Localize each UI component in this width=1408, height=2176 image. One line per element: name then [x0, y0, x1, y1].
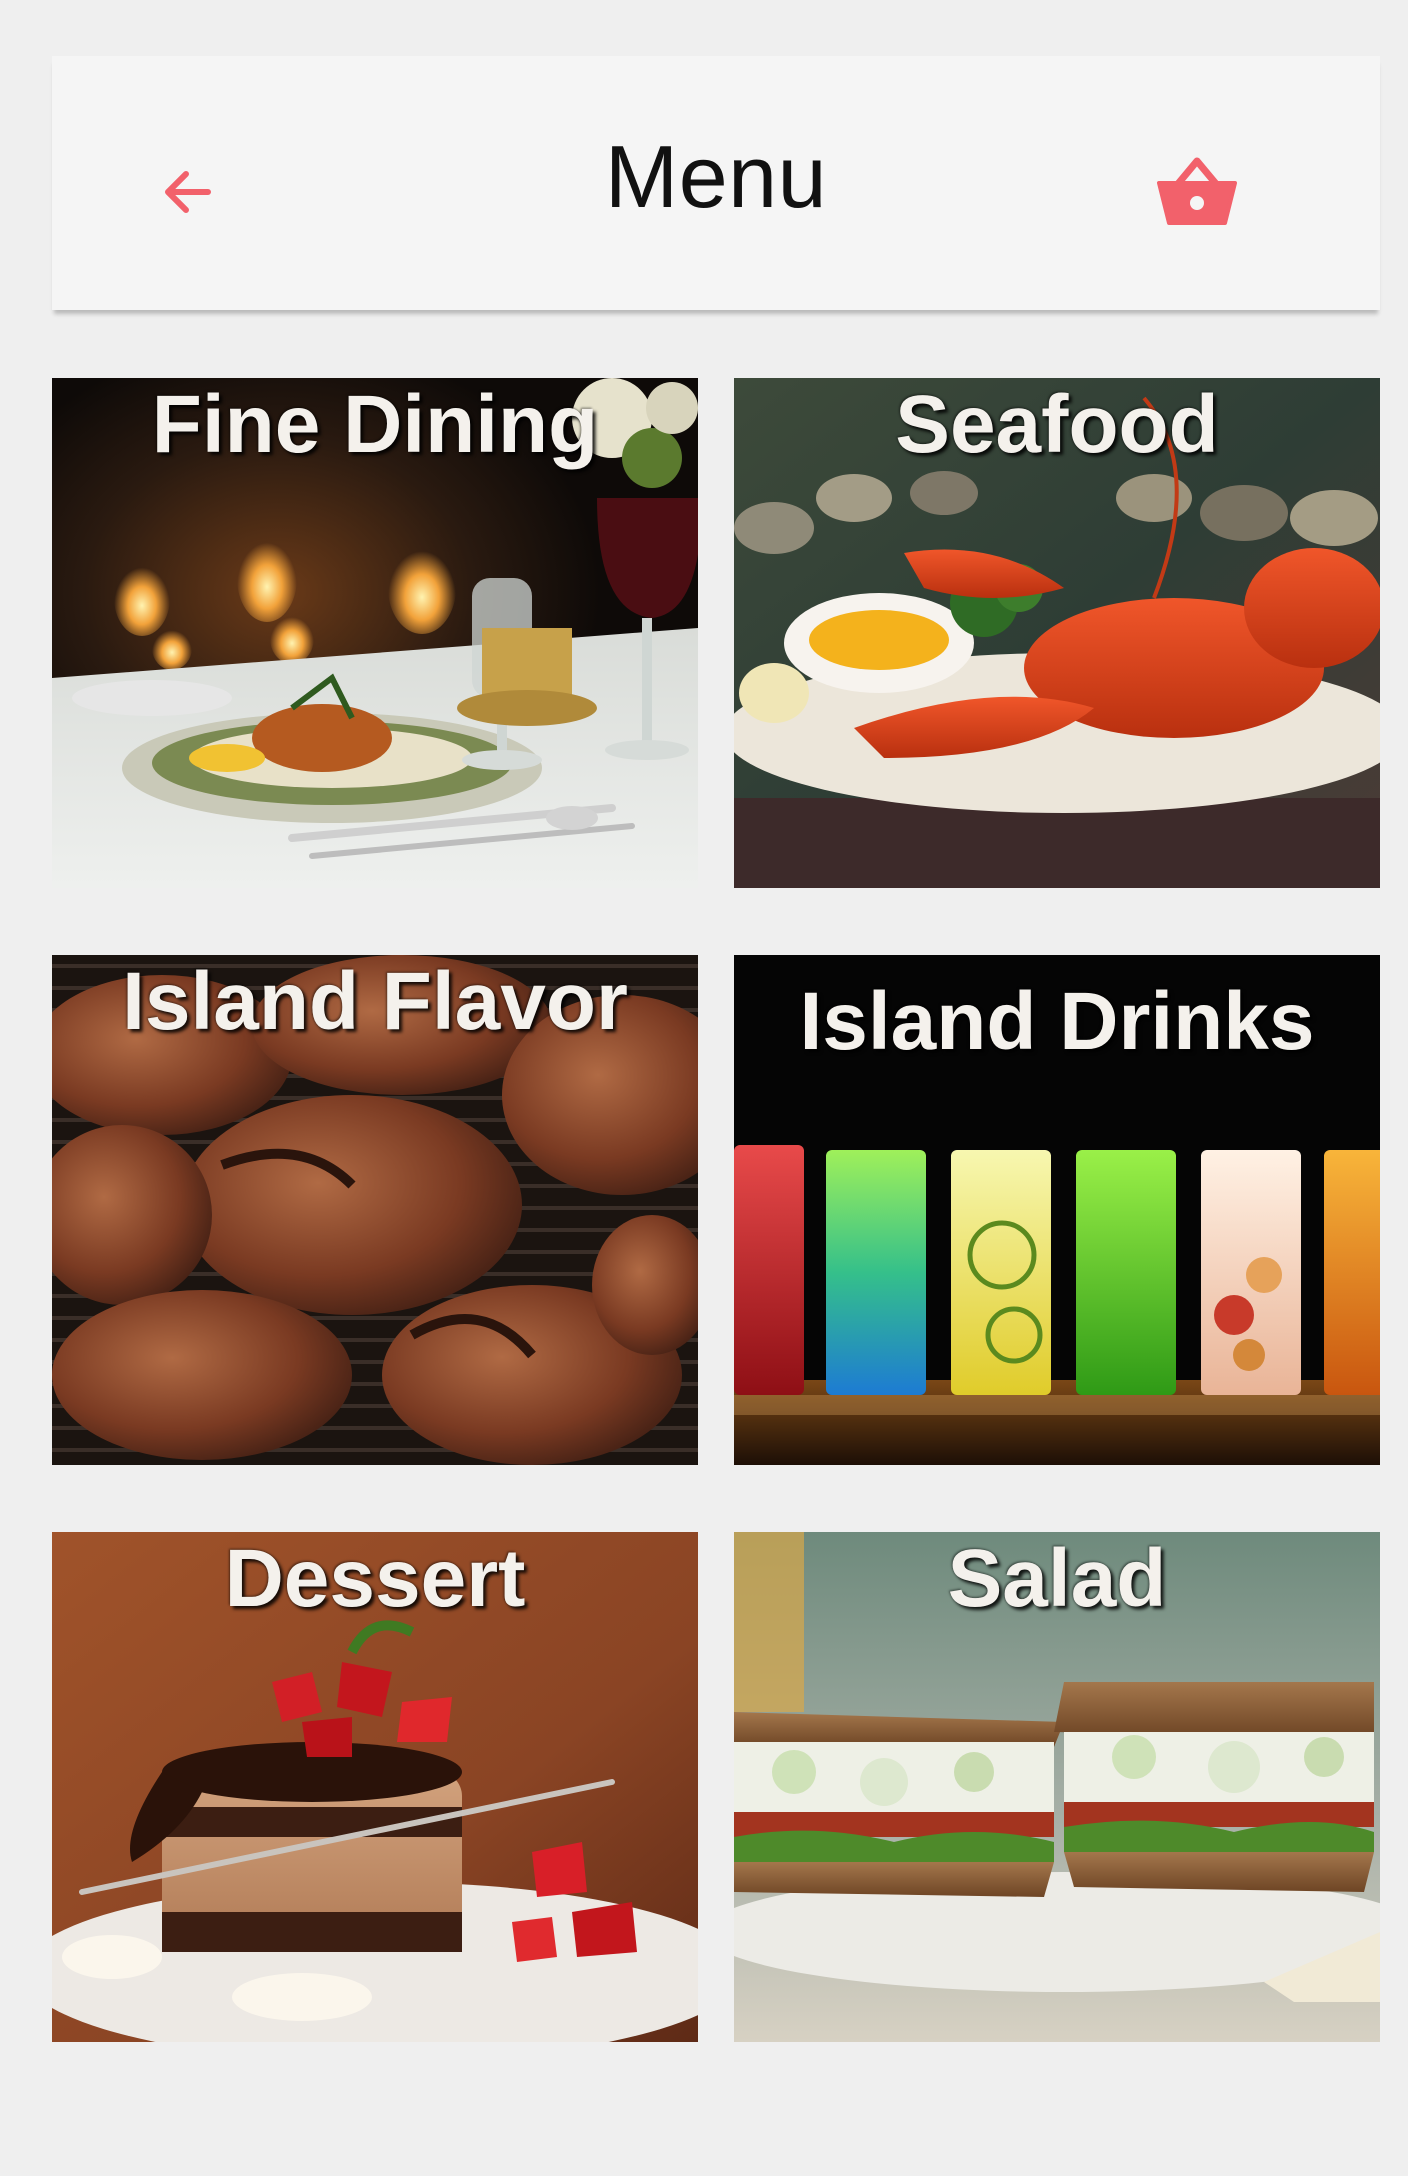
app-header: Menu: [52, 56, 1380, 310]
category-label: Island Flavor: [122, 956, 628, 1047]
category-tile-fine-dining[interactable]: Fine Dining: [52, 378, 698, 888]
cart-button[interactable]: [1132, 126, 1262, 256]
category-tile-salad[interactable]: Salad: [734, 1532, 1380, 2042]
category-tile-island-drinks[interactable]: Island Drinks: [734, 955, 1380, 1465]
shopping-basket-icon: [1157, 157, 1237, 225]
category-tile-island-flavor[interactable]: Island Flavor: [52, 955, 698, 1465]
category-label: Salad: [947, 1533, 1167, 1624]
category-label: Dessert: [224, 1533, 526, 1624]
category-label: Seafood: [895, 379, 1219, 470]
category-label: Fine Dining: [151, 379, 599, 470]
category-label: Island Drinks: [799, 976, 1315, 1067]
category-tile-dessert[interactable]: Dessert: [52, 1532, 698, 2042]
category-tile-seafood[interactable]: Seafood: [734, 378, 1380, 888]
